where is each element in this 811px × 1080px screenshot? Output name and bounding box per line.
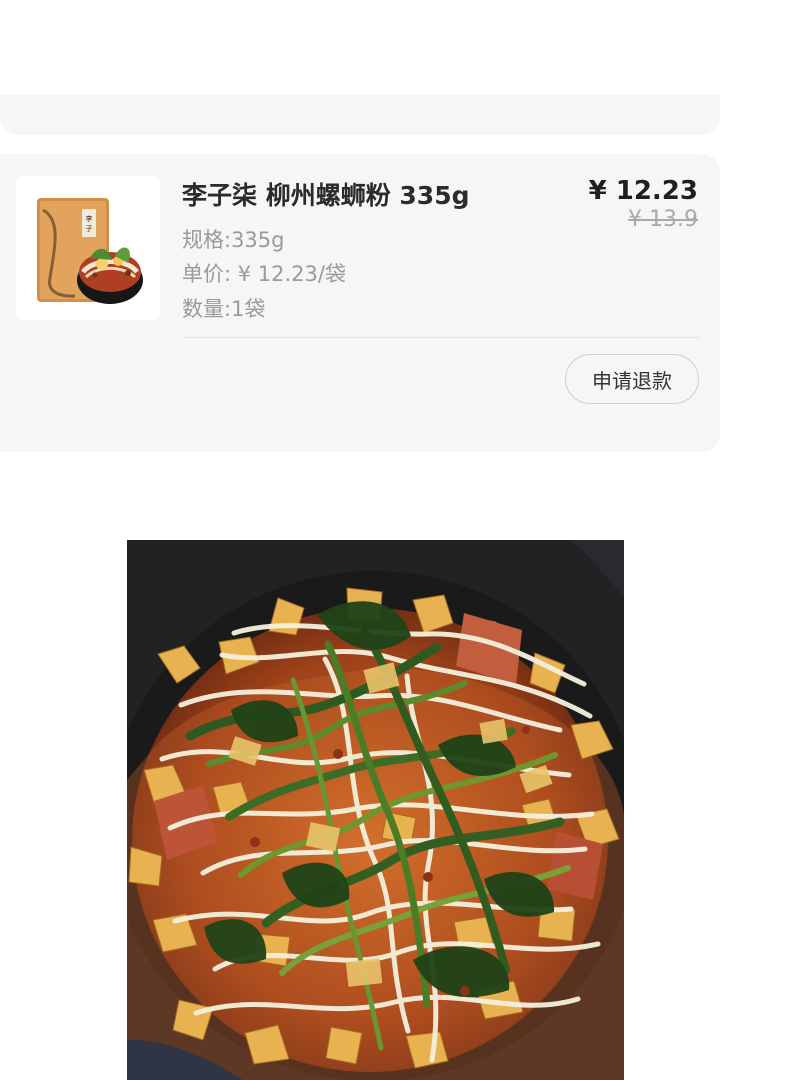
quantity: 数量:1袋	[182, 297, 266, 321]
food-photo-image	[127, 540, 624, 1080]
request-refund-button[interactable]: 申请退款	[565, 354, 699, 404]
current-price: ¥ 12.23	[588, 176, 698, 206]
product-title[interactable]: 李子柒 柳州螺蛳粉 335g	[182, 176, 470, 212]
svg-text:子: 子	[86, 225, 93, 233]
original-price: ¥ 13.9	[628, 207, 698, 232]
unit-price: 单价: ¥ 12.23/袋	[182, 262, 346, 286]
previous-card-bottom	[0, 95, 720, 135]
order-detail-page: 李 子 李子柒 柳州螺蛳粉 335g ¥ 12.23 ¥ 13.9 规格:335…	[0, 0, 811, 1080]
product-spec: 规格:335g	[182, 228, 285, 252]
cooked-noodles-photo[interactable]	[127, 540, 624, 1080]
snail-noodle-package-image: 李 子	[16, 176, 160, 320]
svg-text:李: 李	[86, 214, 93, 223]
order-item-card: 李 子 李子柒 柳州螺蛳粉 335g ¥ 12.23 ¥ 13.9 规格:335…	[0, 154, 720, 452]
card-divider	[182, 337, 699, 338]
product-image[interactable]: 李 子	[16, 176, 160, 320]
